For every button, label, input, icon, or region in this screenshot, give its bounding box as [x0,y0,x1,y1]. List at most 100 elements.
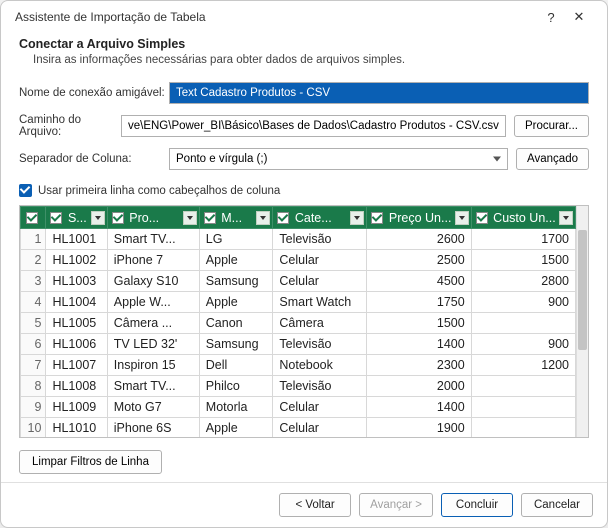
first-row-headers-checkbox[interactable]: Usar primeira linha como cabeçalhos de c… [1,184,607,205]
column-header[interactable]: M... [199,207,273,229]
friendly-name-label: Nome de conexão amigável: [19,87,169,99]
row-number: 8 [21,376,46,397]
row-number: 10 [21,418,46,438]
check-icon [50,212,62,224]
table-row[interactable]: 1HL1001Smart TV...LGTelevisão26001700 [21,229,576,250]
cell: 2500 [367,250,471,271]
advanced-button[interactable]: Avançado [516,148,589,170]
cell [471,418,575,438]
cell: Philco [199,376,273,397]
chevron-down-icon[interactable] [91,211,105,225]
cell: 1500 [471,250,575,271]
check-icon [26,212,38,224]
table-row[interactable]: 6HL1006TV LED 32'SamsungTelevisão1400900 [21,334,576,355]
column-header[interactable]: Preço Un... [367,207,471,229]
finish-button[interactable]: Concluir [441,493,513,517]
help-button[interactable]: ? [537,10,565,25]
table-row[interactable]: 3HL1003Galaxy S10SamsungCelular45002800 [21,271,576,292]
column-label: M... [221,211,242,225]
friendly-name-input[interactable]: Text Cadastro Produtos - CSV [169,82,589,104]
cell: 1700 [471,229,575,250]
column-header[interactable]: Cate... [273,207,367,229]
clear-row-filters-button[interactable]: Limpar Filtros de Linha [19,450,162,474]
page-header: Conectar a Arquivo Simples Insira as inf… [1,31,607,76]
chevron-down-icon[interactable] [183,211,197,225]
titlebar: Assistente de Importação de Tabela ? ✕ [1,1,607,31]
cell: HL1010 [46,418,107,438]
check-icon [19,184,32,197]
import-wizard-dialog: Assistente de Importação de Tabela ? ✕ C… [0,0,608,528]
cell: Smart Watch [273,292,367,313]
cell: Smart TV... [107,376,199,397]
cell: HL1002 [46,250,107,271]
vertical-scrollbar[interactable] [576,206,588,437]
cell: 2000 [367,376,471,397]
chevron-down-icon[interactable] [455,211,469,225]
header-select-all[interactable] [21,207,46,229]
cell: Dell [199,355,273,376]
chevron-down-icon[interactable] [350,211,364,225]
check-icon [112,212,124,224]
row-number: 2 [21,250,46,271]
checkbox-label: Usar primeira linha como cabeçalhos de c… [38,185,280,197]
cell: Smart TV... [107,229,199,250]
browse-button[interactable]: Procurar... [514,115,589,137]
table-row[interactable]: 2HL1002iPhone 7AppleCelular25001500 [21,250,576,271]
cell: 1900 [367,418,471,438]
header-row: S... Pro... M... Cate... Preço Un... Cus… [21,207,576,229]
form-area: Nome de conexão amigável: Text Cadastro … [1,76,607,184]
cell: HL1008 [46,376,107,397]
file-path-input[interactable]: ve\ENG\Power_BI\Básico\Bases de Dados\Ca… [121,115,506,137]
separator-select[interactable]: Ponto e vírgula (;) [169,148,508,170]
back-button[interactable]: < Voltar [279,493,351,517]
table-row[interactable]: 8HL1008Smart TV...PhilcoTelevisão2000 [21,376,576,397]
cell: iPhone 7 [107,250,199,271]
cell: Apple W... [107,292,199,313]
row-number: 1 [21,229,46,250]
separator-label: Separador de Coluna: [19,153,169,165]
preview-grid[interactable]: S... Pro... M... Cate... Preço Un... Cus… [20,206,576,437]
table-row[interactable]: 9HL1009Moto G7MotorlaCelular1400 [21,397,576,418]
friendly-name-value: Text Cadastro Produtos - CSV [176,87,330,99]
chevron-down-icon[interactable] [559,211,573,225]
cell: Câmera [273,313,367,334]
cell: Apple [199,418,273,438]
cell: Samsung [199,334,273,355]
cell: Galaxy S10 [107,271,199,292]
footer: < Voltar Avançar > Concluir Cancelar [1,482,607,527]
cell: 1400 [367,334,471,355]
column-header[interactable]: S... [46,207,107,229]
page-subtitle: Insira as informações necessárias para o… [33,54,589,66]
cell: Apple [199,250,273,271]
cell: Canon [199,313,273,334]
chevron-down-icon[interactable] [256,211,270,225]
check-icon [277,212,289,224]
cell: 1200 [471,355,575,376]
table-row[interactable]: 7HL1007Inspiron 15DellNotebook23001200 [21,355,576,376]
page-title: Conectar a Arquivo Simples [19,37,589,51]
cell: Celular [273,397,367,418]
row-number: 5 [21,313,46,334]
preview-grid-wrap: S... Pro... M... Cate... Preço Un... Cus… [19,205,589,438]
scrollbar-thumb[interactable] [578,230,587,350]
file-path-value: ve\ENG\Power_BI\Básico\Bases de Dados\Ca… [128,120,499,132]
cell: 900 [471,292,575,313]
column-header[interactable]: Pro... [107,207,199,229]
cell: Televisão [273,376,367,397]
cell: HL1004 [46,292,107,313]
cell: 2800 [471,271,575,292]
cell: 900 [471,334,575,355]
close-button[interactable]: ✕ [565,9,593,25]
cancel-button[interactable]: Cancelar [521,493,593,517]
separator-value: Ponto e vírgula (;) [176,153,267,165]
cell: 1750 [367,292,471,313]
column-header[interactable]: Custo Un... [471,207,575,229]
cell: 1500 [367,313,471,334]
table-row[interactable]: 10HL1010iPhone 6SAppleCelular1900 [21,418,576,438]
table-row[interactable]: 4HL1004Apple W...AppleSmart Watch1750900 [21,292,576,313]
table-row[interactable]: 5HL1005Câmera ...CanonCâmera1500 [21,313,576,334]
cell: Apple [199,292,273,313]
cell: iPhone 6S [107,418,199,438]
cell: HL1006 [46,334,107,355]
cell: Samsung [199,271,273,292]
